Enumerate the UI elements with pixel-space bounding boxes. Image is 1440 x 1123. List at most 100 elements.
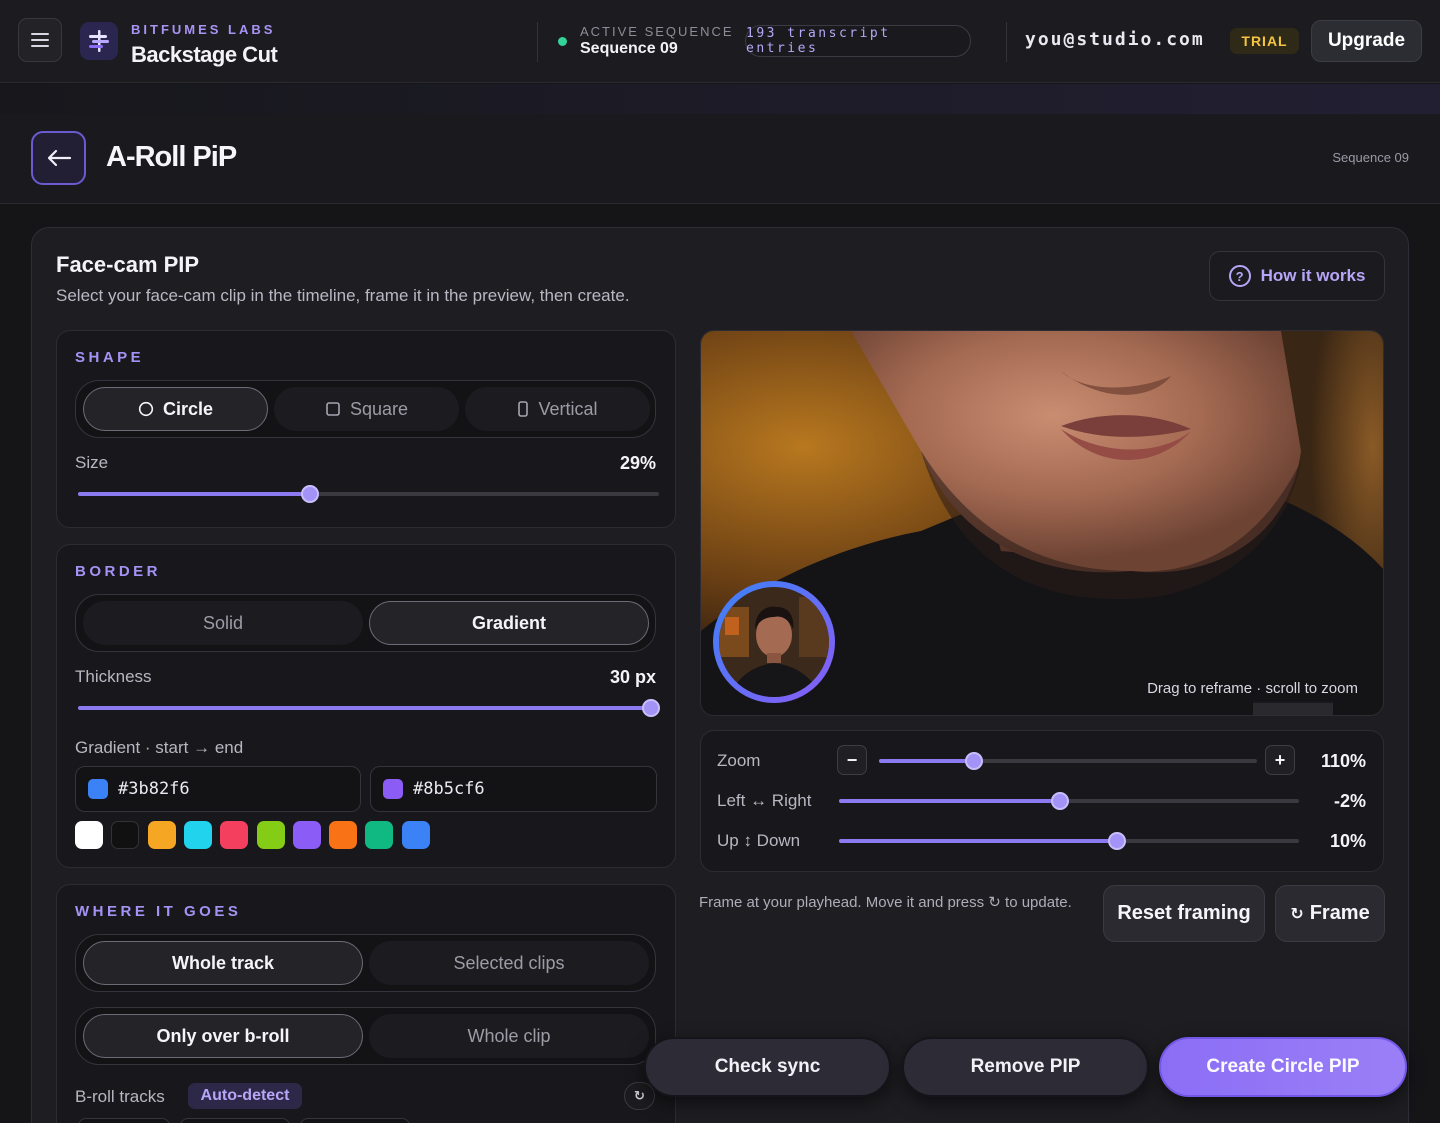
slider-thumb[interactable] bbox=[964, 752, 983, 770]
app-logo bbox=[80, 22, 118, 60]
scope-option-whole-track[interactable]: Whole track bbox=[83, 941, 363, 985]
preview-hint: Drag to reframe · scroll to zoom bbox=[1135, 674, 1370, 703]
up-down-value: 10% bbox=[1329, 831, 1366, 851]
slider-fill bbox=[78, 706, 651, 710]
border-style-selector: Solid Gradient bbox=[75, 594, 656, 652]
divider bbox=[1006, 22, 1007, 62]
arrow-left-icon bbox=[47, 149, 71, 167]
pip-thumbnail-image bbox=[719, 587, 829, 697]
menu-button[interactable] bbox=[18, 18, 62, 62]
active-sequence-name: Sequence 09 bbox=[580, 40, 678, 57]
circle-icon bbox=[138, 401, 154, 417]
swatch-cyan[interactable] bbox=[184, 821, 212, 849]
status-dot bbox=[558, 37, 567, 46]
range-option-whole-clip[interactable]: Whole clip bbox=[369, 1014, 649, 1058]
shape-section-label: SHAPE bbox=[75, 349, 145, 366]
brand-org: BITFUMES LABS bbox=[131, 22, 276, 37]
swatch-blue[interactable] bbox=[402, 821, 430, 849]
upgrade-button[interactable]: Upgrade bbox=[1311, 20, 1422, 62]
header-band bbox=[0, 84, 1440, 114]
brand-app-name: Backstage Cut bbox=[131, 42, 278, 67]
border-section-label: BORDER bbox=[75, 563, 162, 580]
back-button[interactable] bbox=[31, 131, 86, 185]
transcript-count-badge: 193 transcript entries bbox=[745, 25, 971, 57]
slider-fill bbox=[839, 839, 1118, 843]
zoom-slider[interactable] bbox=[879, 752, 1257, 770]
reset-framing-button[interactable]: Reset framing bbox=[1103, 885, 1265, 942]
shape-option-label: Square bbox=[349, 398, 409, 419]
frame-note: Frame at your playhead. Move it and pres… bbox=[699, 894, 1072, 911]
swatch-lime[interactable] bbox=[257, 821, 285, 849]
range-selector: Only over b-roll Whole clip bbox=[75, 1007, 656, 1065]
gradient-start-value: #3b82f6 bbox=[118, 779, 190, 799]
left-right-slider[interactable] bbox=[839, 792, 1299, 810]
slider-thumb[interactable] bbox=[1050, 792, 1069, 810]
broll-tracks-label: B-roll tracks bbox=[75, 1087, 165, 1106]
video-preview[interactable]: Drag to reframe · scroll to zoom bbox=[700, 330, 1384, 716]
plus-icon: + bbox=[1274, 749, 1286, 770]
refresh-icon: ↻ bbox=[1290, 905, 1304, 923]
zoom-out-button[interactable]: − bbox=[837, 745, 867, 775]
gradient-end-chip bbox=[383, 779, 403, 799]
size-label: Size bbox=[75, 453, 109, 472]
up-down-slider[interactable] bbox=[839, 832, 1299, 850]
plan-badge: TRIAL bbox=[1230, 28, 1299, 54]
scope-selector: Whole track Selected clips bbox=[75, 934, 656, 992]
scope-option-selected-clips[interactable]: Selected clips bbox=[369, 941, 649, 985]
swatch-rose[interactable] bbox=[220, 821, 248, 849]
check-sync-button[interactable]: Check sync bbox=[644, 1037, 891, 1097]
gradient-label: Gradient · start → end bbox=[75, 738, 244, 757]
gradient-start-color-field[interactable]: #3b82f6 bbox=[75, 766, 361, 812]
auto-detect-badge[interactable]: Auto-detect bbox=[188, 1083, 302, 1109]
shape-option-square[interactable]: Square bbox=[274, 387, 459, 431]
shape-option-circle[interactable]: Circle bbox=[83, 387, 268, 431]
shape-option-label: Circle bbox=[162, 398, 214, 419]
thickness-value: 30 px bbox=[609, 667, 656, 687]
thickness-slider[interactable] bbox=[78, 699, 660, 717]
shape-option-vertical[interactable]: Vertical bbox=[465, 387, 650, 431]
gradient-end-color-field[interactable]: #8b5cf6 bbox=[370, 766, 657, 812]
card-subtitle: Select your face-cam clip in the timelin… bbox=[56, 286, 630, 305]
thickness-label: Thickness bbox=[75, 667, 152, 686]
swatch-white[interactable] bbox=[75, 821, 103, 849]
top-bar: BITFUMES LABS Backstage Cut ACTIVE SEQUE… bbox=[0, 0, 1440, 83]
zoom-label: Zoom bbox=[717, 751, 761, 770]
swatch-amber[interactable] bbox=[148, 821, 176, 849]
up-down-label: Up ↕ Down bbox=[717, 831, 801, 850]
slider-fill bbox=[78, 492, 311, 496]
border-option-gradient[interactable]: Gradient bbox=[369, 601, 649, 645]
broll-track-chip[interactable] bbox=[78, 1118, 170, 1123]
slider-fill bbox=[879, 759, 974, 763]
square-icon bbox=[326, 402, 340, 416]
swatch-black[interactable] bbox=[111, 821, 139, 849]
left-right-value: -2% bbox=[1333, 791, 1366, 811]
vertical-rect-icon bbox=[518, 401, 529, 417]
slider-thumb[interactable] bbox=[642, 699, 660, 717]
broll-track-chip[interactable] bbox=[300, 1118, 410, 1123]
pip-circle-overlay[interactable] bbox=[713, 581, 835, 703]
shape-option-label: Vertical bbox=[538, 398, 598, 419]
broll-track-chip[interactable] bbox=[180, 1118, 290, 1123]
card-title: Face-cam PIP bbox=[56, 252, 200, 277]
border-option-solid[interactable]: Solid bbox=[83, 601, 363, 645]
refresh-icon: ↻ bbox=[634, 1088, 645, 1103]
left-right-label: Left ↔ Right bbox=[717, 791, 812, 810]
range-option-only-broll[interactable]: Only over b-roll bbox=[83, 1014, 363, 1058]
gradient-end-value: #8b5cf6 bbox=[413, 779, 485, 799]
swatch-violet[interactable] bbox=[293, 821, 321, 849]
slider-fill bbox=[839, 799, 1060, 803]
minus-icon: − bbox=[846, 749, 858, 770]
user-email: you@studio.com bbox=[1025, 29, 1205, 50]
swatch-emerald[interactable] bbox=[365, 821, 393, 849]
shape-selector: Circle Square Vertical bbox=[75, 380, 656, 438]
placement-section-label: WHERE IT GOES bbox=[75, 903, 242, 920]
swatch-orange[interactable] bbox=[329, 821, 357, 849]
how-it-works-button[interactable]: ? How it works bbox=[1209, 251, 1385, 301]
remove-pip-button[interactable]: Remove PIP bbox=[902, 1037, 1149, 1097]
size-slider[interactable] bbox=[78, 485, 659, 503]
create-circle-pip-button[interactable]: Create Circle PIP bbox=[1159, 1037, 1407, 1097]
logo-icon bbox=[89, 30, 109, 52]
page-title: A-Roll PiP bbox=[106, 141, 237, 173]
frame-button[interactable]: ↻ Frame bbox=[1275, 885, 1385, 942]
page-sequence-label: Sequence 09 bbox=[1332, 150, 1409, 165]
